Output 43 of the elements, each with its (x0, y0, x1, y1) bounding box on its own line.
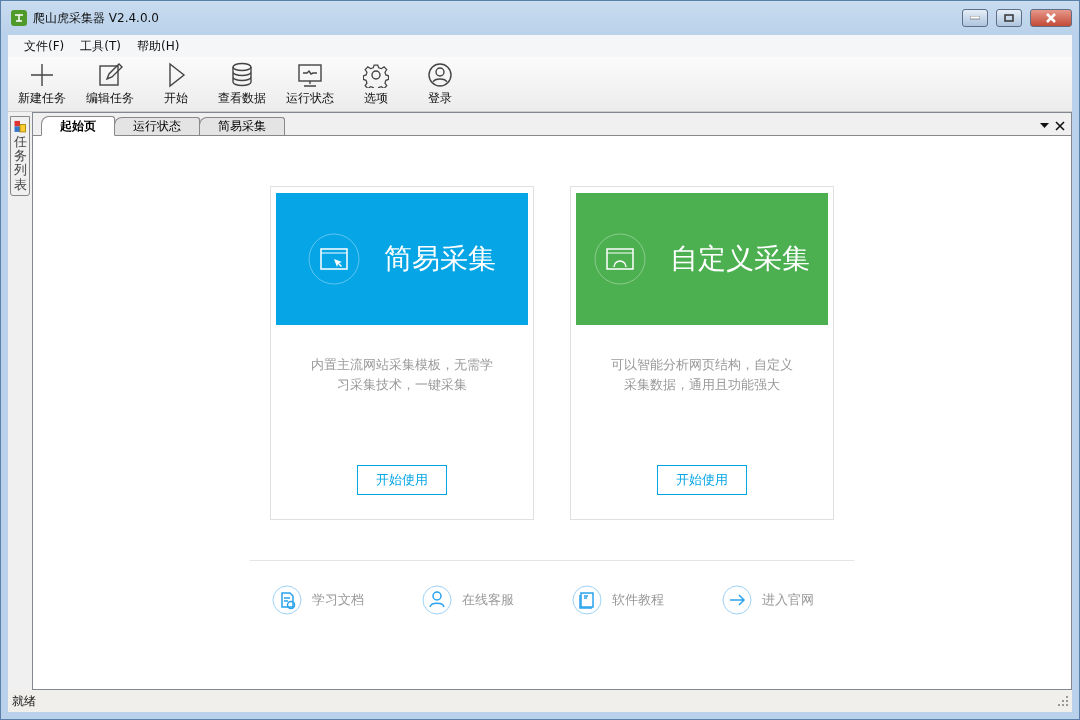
close-button[interactable] (1030, 9, 1072, 27)
arrow-right-icon (722, 585, 752, 615)
minimize-icon (970, 16, 980, 20)
user-icon (422, 585, 452, 615)
toolbar-button[interactable]: 查看数据 (212, 62, 272, 107)
feature-title: 简易采集 (384, 241, 496, 277)
status-text: 就绪 (12, 692, 36, 710)
user-icon (427, 62, 453, 88)
tab[interactable]: 简易采集 (199, 117, 285, 135)
monitor-icon (297, 62, 323, 88)
resize-grip-icon[interactable] (1058, 696, 1068, 706)
book-icon (572, 585, 602, 615)
document-icon (272, 585, 302, 615)
toolbar-button[interactable]: 新建任务 (12, 62, 72, 107)
tab[interactable]: 运行状态 (114, 117, 200, 135)
toolbar-button[interactable]: 选项 (348, 62, 404, 107)
window-gear-icon (594, 233, 646, 285)
menu-item[interactable]: 工具(T) (72, 37, 129, 55)
database-icon (229, 62, 255, 88)
menu-item[interactable]: 文件(F) (16, 37, 73, 55)
plus-icon (29, 62, 55, 88)
app-logo-icon (11, 10, 27, 26)
toolbar-button[interactable]: 登录 (412, 62, 468, 107)
feature-description: 内置主流网站采集模板，无需学习采集技术，一键采集 (310, 356, 494, 394)
dropdown-icon[interactable] (1040, 123, 1049, 129)
minimize-button[interactable] (962, 9, 988, 27)
feature-title: 自定义采集 (670, 241, 810, 277)
toolbar-button[interactable]: 运行状态 (280, 62, 340, 107)
edit-icon (97, 62, 123, 88)
side-panel-tab[interactable]: 任务列表 (10, 116, 30, 196)
feature-description: 可以智能分析网页结构，自定义采集数据，通用且功能强大 (610, 356, 794, 394)
tab[interactable]: 起始页 (41, 116, 115, 136)
close-icon[interactable] (1055, 121, 1065, 131)
menu-item[interactable]: 帮助(H) (128, 37, 188, 55)
toolbar-button[interactable]: 开始 (148, 62, 204, 107)
task-list-icon (13, 120, 27, 133)
window-pointer-icon (308, 233, 360, 285)
maximize-icon (1004, 14, 1014, 22)
close-icon (1045, 13, 1057, 23)
window-title: 爬山虎采集器 V2.4.0.0 (33, 9, 160, 27)
gear-icon (363, 62, 389, 88)
toolbar-button[interactable]: 编辑任务 (80, 62, 140, 107)
maximize-button[interactable] (996, 9, 1022, 27)
